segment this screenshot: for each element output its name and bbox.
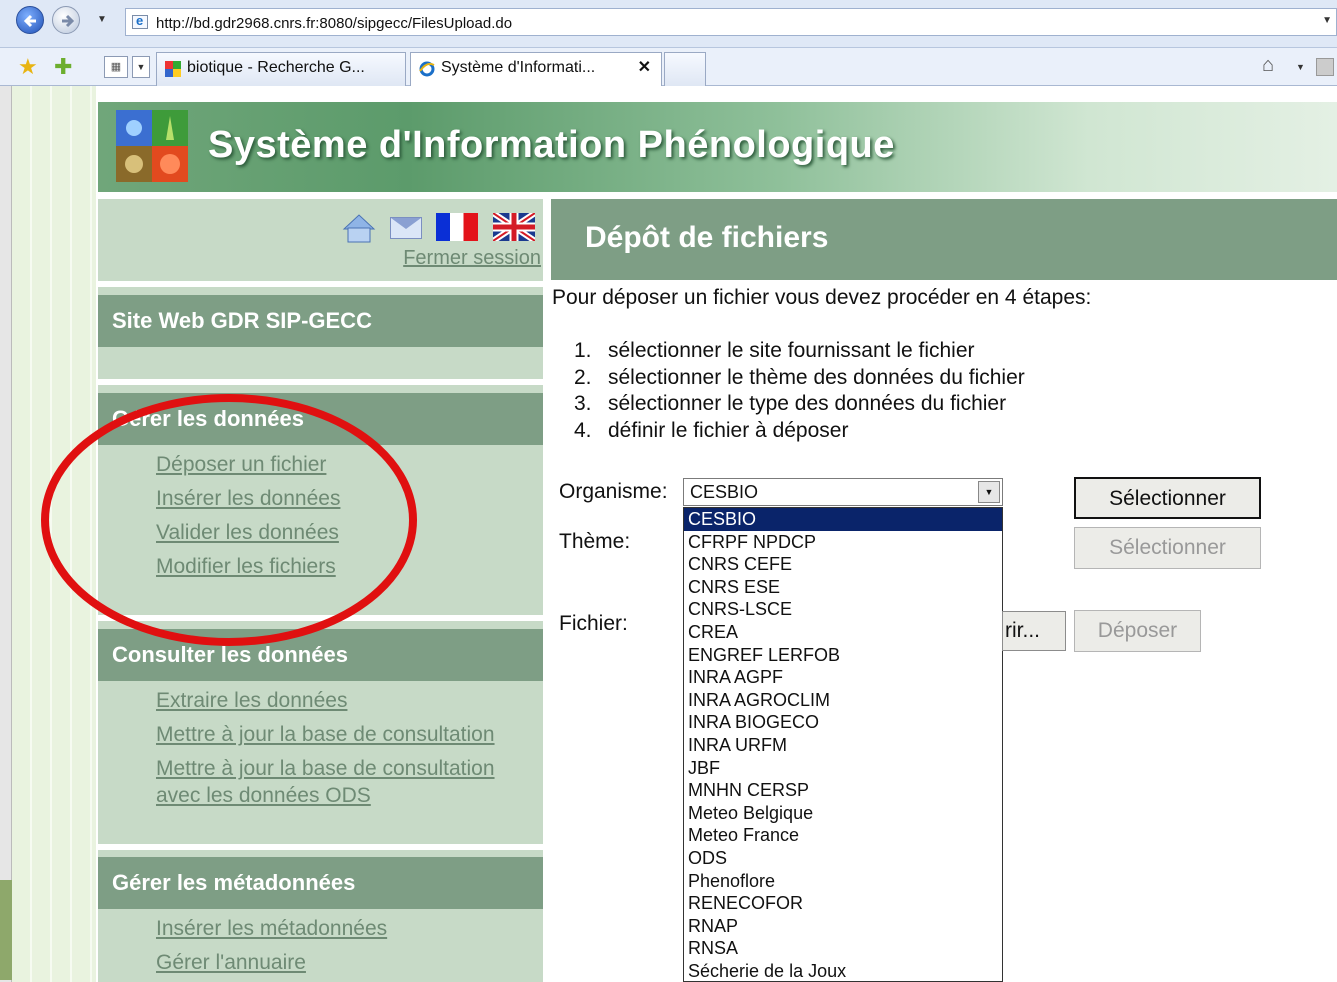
divider (98, 379, 543, 385)
dropdown-option[interactable]: JBF (684, 757, 1002, 780)
insert-metadata-link[interactable]: Insérer les métadonnées (156, 917, 387, 941)
logout-link[interactable]: Fermer session (403, 247, 541, 270)
site-banner: Système d'Information Phénologique (98, 102, 1337, 192)
steps-list: 1. sélectionner le site fournissant le fi… (574, 338, 1025, 444)
intro-text: Pour déposer un fichier vous devez procé… (552, 286, 1092, 309)
tab-bar: ★ ✚ ▦ ▼ biotique - Recherche G... Systèm… (0, 48, 1337, 86)
flower-logo-icon (116, 110, 188, 182)
ie-page-icon (132, 13, 148, 29)
home-icon[interactable]: ⌂ (1262, 54, 1274, 77)
tab-sip-active[interactable]: Système d'Informati... ✕ (410, 52, 662, 86)
browse-button[interactable]: rir... (1002, 611, 1066, 651)
url-text[interactable]: http://bd.gdr2968.cnrs.fr:8080/sipgecc/F… (156, 15, 512, 32)
url-dropdown-icon[interactable]: ▼ (1322, 15, 1332, 26)
dropdown-option[interactable]: CESBIO (684, 508, 1002, 531)
dropdown-option[interactable]: Meteo Belgique (684, 802, 1002, 825)
organisme-select[interactable]: CESBIO ▼ (683, 478, 1003, 506)
step-item: 1. sélectionner le site fournissant le fi… (574, 339, 975, 362)
dropdown-option[interactable]: CFRPF NPDCP (684, 531, 1002, 554)
home-dropdown-icon[interactable]: ▼ (1296, 62, 1305, 72)
dropdown-option[interactable]: Sécherie de la Joux (684, 960, 1002, 981)
dropdown-option[interactable]: INRA AGPF (684, 666, 1002, 689)
feeds-icon[interactable] (1316, 58, 1334, 76)
left-pane-decoration (0, 880, 12, 980)
tab-close-icon[interactable]: ✕ (638, 53, 651, 83)
chevron-down-icon[interactable]: ▼ (978, 481, 1000, 503)
divider (98, 844, 543, 850)
back-arrow-icon (23, 14, 36, 28)
favorites-star-icon[interactable]: ★ (18, 54, 38, 80)
page-title: Dépôt de fichiers (585, 221, 829, 254)
tab-label: biotique - Recherche G... (187, 59, 365, 76)
forward-button[interactable] (52, 6, 80, 34)
forward-arrow-icon (62, 14, 75, 28)
new-tab-button[interactable] (664, 52, 706, 86)
dropdown-option[interactable]: ENGREF LERFOB (684, 644, 1002, 667)
ie-icon (419, 61, 435, 77)
home-icon[interactable] (342, 213, 376, 243)
site-title: Système d'Information Phénologique (208, 124, 895, 166)
update-consult-db-link[interactable]: Mettre à jour la base de consultation (156, 723, 495, 747)
manage-directory-link[interactable]: Gérer l'annuaire (156, 951, 306, 975)
dropdown-option[interactable]: RNAP (684, 915, 1002, 938)
dropdown-option[interactable]: Phenoflore (684, 870, 1002, 893)
dropdown-option[interactable]: INRA AGROCLIM (684, 689, 1002, 712)
update-consult-db-ods-link-line2[interactable]: avec les données ODS (156, 784, 371, 808)
annotation-ellipse (41, 394, 417, 646)
deposit-button[interactable]: Déposer (1074, 610, 1201, 652)
dropdown-option[interactable]: CREA (684, 621, 1002, 644)
dropdown-option[interactable]: INRA BIOGECO (684, 711, 1002, 734)
step-item: 2. sélectionner le thème des données du f… (574, 365, 1025, 389)
address-bar: ▼ http://bd.gdr2968.cnrs.fr:8080/sipgecc… (0, 0, 1337, 48)
file-label: Fichier: (559, 612, 628, 635)
content-header: Dépôt de fichiers (551, 199, 1337, 280)
quick-tabs-icon[interactable]: ▦ (104, 56, 128, 78)
extract-data-link[interactable]: Extraire les données (156, 689, 347, 713)
select-organisme-button[interactable]: Sélectionner (1074, 477, 1261, 519)
divider (98, 281, 543, 287)
dropdown-option[interactable]: Meteo France (684, 824, 1002, 847)
dropdown-option[interactable]: MNHN CERSP (684, 779, 1002, 802)
organisme-dropdown-list[interactable]: CESBIO CFRPF NPDCP CNRS CEFE CNRS ESE CNRS-L… (683, 507, 1003, 982)
uk-flag-icon[interactable] (493, 213, 535, 241)
tab-google-search[interactable]: biotique - Recherche G... (156, 52, 406, 86)
nav-history-dropdown-icon[interactable]: ▼ (97, 14, 107, 25)
organisme-label: Organisme: (559, 480, 668, 503)
dropdown-option[interactable]: CNRS ESE (684, 576, 1002, 599)
back-button[interactable] (16, 6, 44, 34)
update-consult-db-ods-link[interactable]: Mettre à jour la base de consultation (156, 757, 495, 781)
site-web-link[interactable]: Site Web GDR SIP-GECC (98, 295, 543, 347)
mail-icon[interactable] (390, 217, 422, 239)
theme-label: Thème: (559, 530, 631, 553)
step-item: 3. sélectionner le type des données du fi… (574, 392, 1007, 415)
select-theme-button[interactable]: Sélectionner (1074, 527, 1261, 569)
dropdown-option[interactable]: CNRS-LSCE (684, 598, 1002, 621)
dropdown-option[interactable]: CNRS CEFE (684, 553, 1002, 576)
manage-metadata-header: Gérer les métadonnées (98, 857, 543, 909)
step-item: 4. définir le fichier à déposer (574, 418, 849, 442)
sidebar-toolbar: Fermer session (98, 199, 543, 281)
google-icon (165, 61, 181, 77)
organisme-select-value: CESBIO (690, 482, 759, 502)
tab-label: Système d'Informati... (441, 59, 596, 76)
tab-list-dropdown-icon[interactable]: ▼ (132, 56, 150, 78)
dropdown-option[interactable]: RNSA (684, 937, 1002, 960)
add-favorite-icon[interactable]: ✚ (54, 54, 72, 80)
dropdown-option[interactable]: INRA URFM (684, 734, 1002, 757)
dropdown-option[interactable]: ODS (684, 847, 1002, 870)
french-flag-icon[interactable] (436, 213, 478, 241)
dropdown-option[interactable]: RENECOFOR (684, 892, 1002, 915)
left-pane-edge (0, 86, 12, 982)
url-field[interactable]: http://bd.gdr2968.cnrs.fr:8080/sipgecc/F… (125, 8, 1337, 36)
